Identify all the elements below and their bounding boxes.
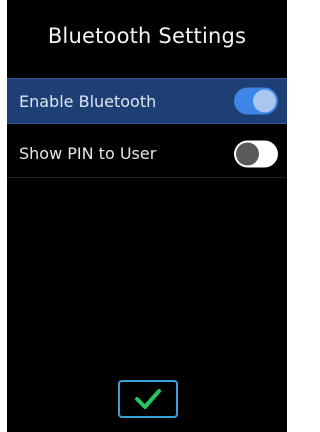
toggle-knob	[236, 142, 259, 165]
setting-row-show-pin[interactable]: Show PIN to User	[7, 130, 287, 178]
setting-row-enable-bluetooth[interactable]: Enable Bluetooth	[7, 78, 287, 124]
setting-label-show-pin: Show PIN to User	[19, 144, 157, 163]
show-pin-toggle[interactable]	[234, 140, 278, 167]
confirm-button[interactable]	[118, 380, 178, 418]
checkmark-icon	[135, 389, 161, 409]
toggle-knob	[253, 89, 276, 113]
device-screen: Bluetooth Settings Enable Bluetooth Show…	[7, 0, 287, 432]
setting-label-enable-bluetooth: Enable Bluetooth	[19, 91, 157, 111]
enable-bluetooth-toggle[interactable]	[234, 87, 278, 115]
page-title: Bluetooth Settings	[47, 24, 247, 48]
